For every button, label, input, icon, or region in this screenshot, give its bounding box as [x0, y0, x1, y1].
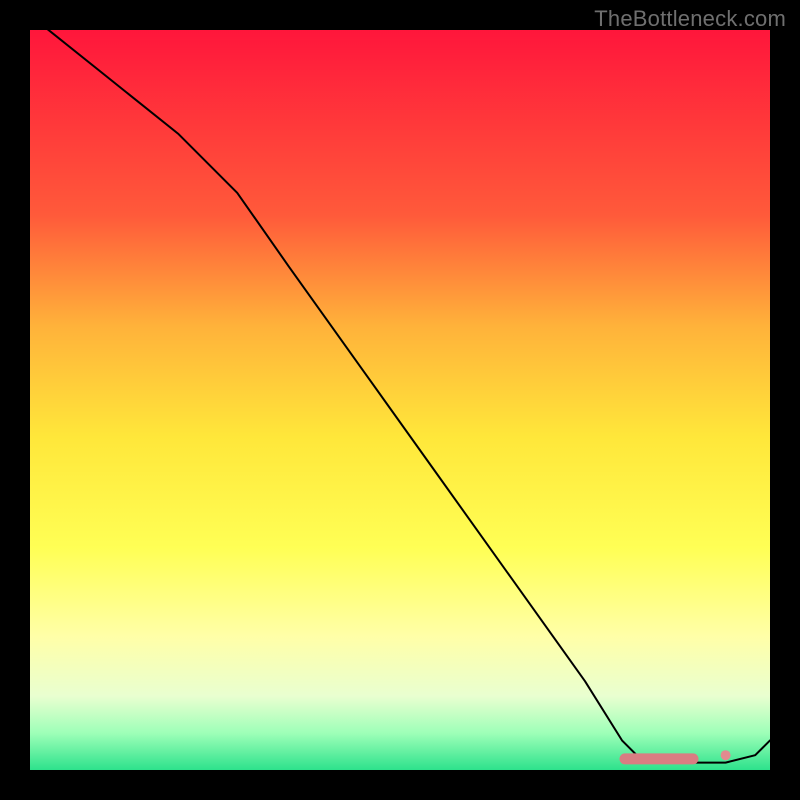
highlight-pill-marker	[620, 754, 698, 764]
plot-area	[30, 30, 770, 770]
chart-frame: TheBottleneck.com	[0, 0, 800, 800]
highlight-dot-marker	[721, 750, 731, 760]
watermark-text: TheBottleneck.com	[594, 6, 786, 32]
chart-svg	[30, 30, 770, 770]
bottleneck-curve	[30, 15, 770, 762]
